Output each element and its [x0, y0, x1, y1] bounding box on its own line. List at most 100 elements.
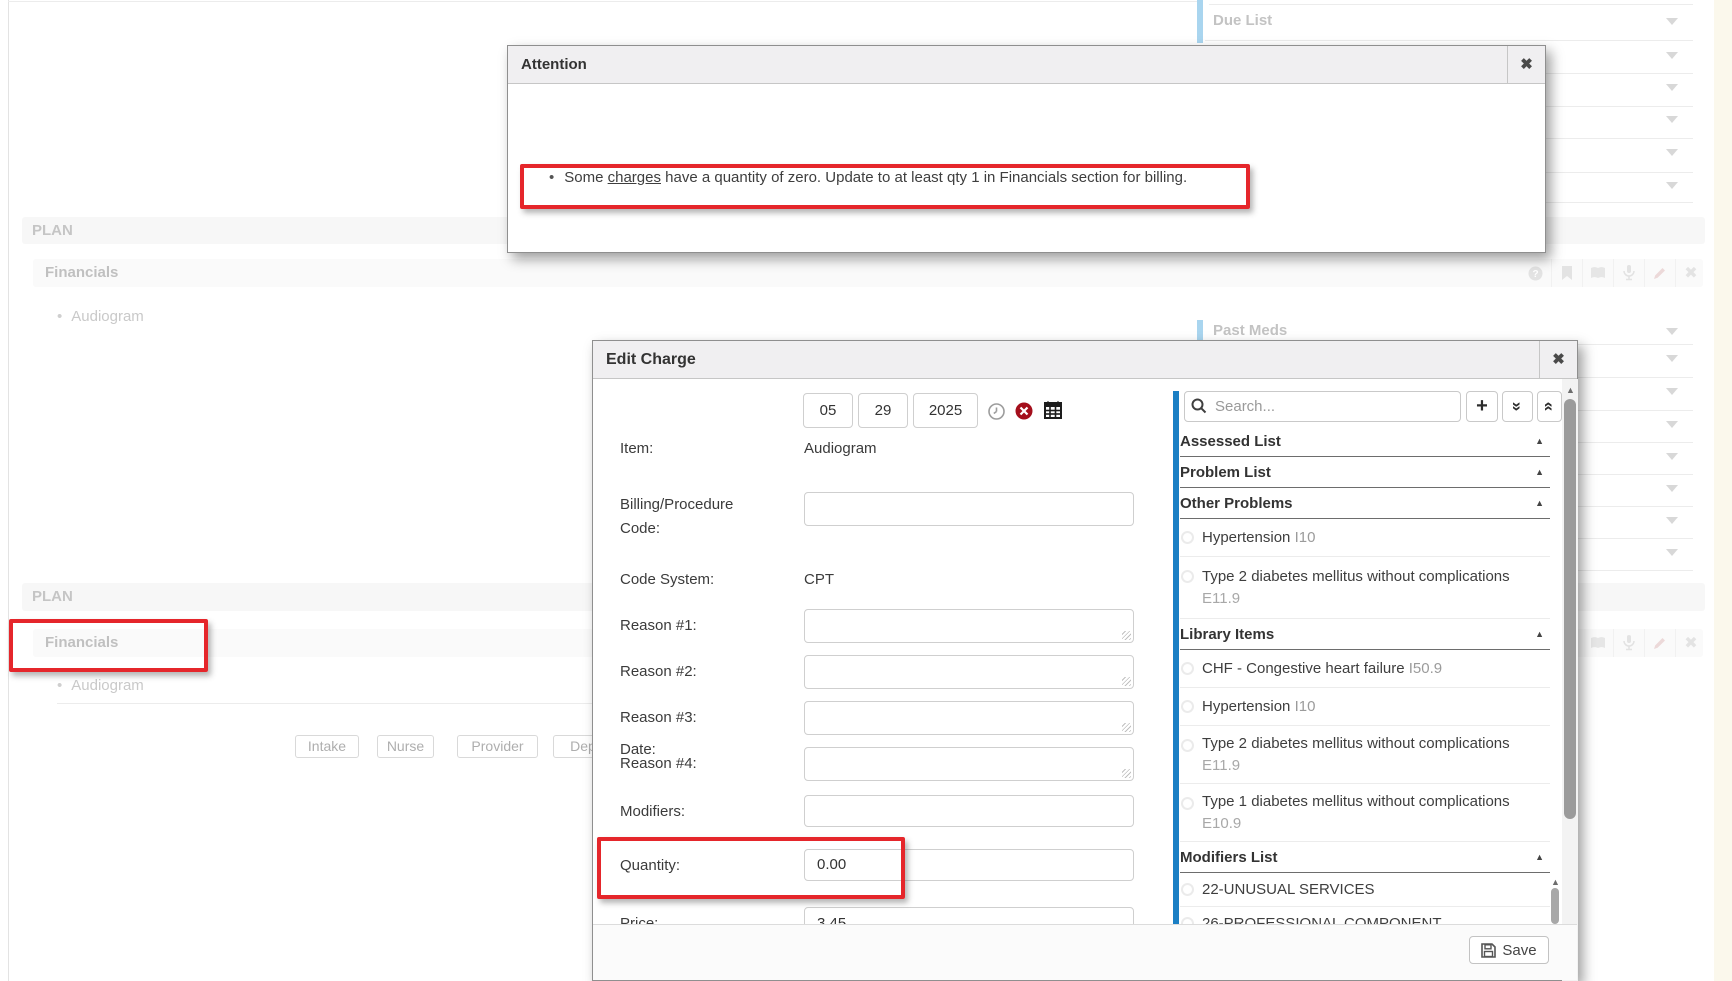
due-list-accent-bar	[1197, 0, 1203, 43]
collapse-all-button[interactable]: »	[1502, 391, 1533, 422]
search-input[interactable]	[1184, 391, 1461, 422]
chevron-down-icon[interactable]	[1666, 549, 1678, 556]
chevron-down-icon[interactable]	[1666, 116, 1678, 123]
section-header-problem-list[interactable]: Problem List ▲	[1180, 457, 1550, 488]
chevron-down-icon[interactable]	[1666, 182, 1678, 189]
chevron-down-icon[interactable]	[1666, 421, 1678, 428]
reason3-label: Reason #3:	[620, 709, 697, 726]
charges-link[interactable]: charges	[608, 169, 661, 186]
expand-all-button[interactable]: «	[1537, 391, 1562, 422]
scrollbar-thumb[interactable]	[1564, 399, 1576, 819]
chevron-down-icon[interactable]	[1666, 84, 1678, 91]
chevron-down-icon[interactable]	[1666, 388, 1678, 395]
help-icon[interactable]: ?	[1520, 259, 1551, 287]
radio-icon[interactable]	[1181, 662, 1194, 675]
modifiers-field[interactable]	[804, 795, 1134, 827]
list-item[interactable]: 22-UNUSUAL SERVICES	[1180, 873, 1550, 907]
chevron-down-icon[interactable]	[1666, 453, 1678, 460]
item-text: Type 1 diabetes mellitus without complic…	[1202, 793, 1510, 810]
list-item[interactable]: CHF - Congestive heart failure I50.9	[1180, 650, 1550, 688]
close-icon[interactable]: ✖	[1539, 341, 1577, 378]
book-icon[interactable]	[1582, 259, 1613, 287]
list-scrollbar[interactable]: ▲	[1550, 877, 1560, 926]
list-item[interactable]: Type 2 diabetes mellitus without complic…	[1180, 726, 1550, 784]
chevron-up-icon[interactable]: ▲	[1535, 467, 1544, 477]
date-year-field[interactable]: 2025	[913, 393, 978, 428]
reason2-label: Reason #2:	[620, 663, 697, 680]
bullet-icon: •	[57, 308, 62, 325]
clear-date-icon[interactable]	[1015, 402, 1033, 425]
date-month-field[interactable]: 05	[803, 393, 853, 428]
scrollbar-thumb[interactable]	[1551, 888, 1559, 924]
chevron-down-icon[interactable]	[1666, 52, 1678, 59]
save-button[interactable]: Save	[1469, 936, 1549, 964]
close-icon[interactable]: ✖	[1507, 46, 1545, 83]
resize-handle[interactable]	[1122, 769, 1131, 778]
close-icon[interactable]: ✖	[1675, 629, 1706, 657]
stage-button-provider[interactable]: Provider	[457, 735, 538, 758]
section-title: Problem List	[1180, 464, 1271, 481]
radio-icon[interactable]	[1181, 570, 1194, 583]
section-header-library-items[interactable]: Library Items▲	[1180, 619, 1550, 650]
billing-code-field[interactable]	[804, 492, 1134, 526]
resize-handle[interactable]	[1122, 631, 1131, 640]
bookmark-icon[interactable]	[1551, 259, 1582, 287]
dialog-scrollbar[interactable]: ▲ ▼	[1562, 379, 1578, 981]
search-icon	[1191, 398, 1207, 419]
radio-icon[interactable]	[1181, 700, 1194, 713]
reason2-field[interactable]	[804, 655, 1134, 689]
chevron-down-icon[interactable]	[1666, 328, 1678, 335]
chevron-up-icon[interactable]: ▲	[1535, 436, 1544, 446]
reason1-field[interactable]	[804, 609, 1134, 643]
list-item[interactable]: Type 2 diabetes mellitus without complic…	[1180, 557, 1550, 619]
section-header-modifiers-list[interactable]: Modifiers List▲	[1180, 842, 1550, 873]
calendar-icon[interactable]	[1044, 401, 1062, 424]
chevron-down-icon[interactable]	[1666, 18, 1678, 25]
stage-button-intake[interactable]: Intake	[295, 735, 359, 758]
radio-icon[interactable]	[1181, 883, 1194, 896]
microphone-icon[interactable]	[1613, 259, 1644, 287]
panel-top-border	[8, 1, 1197, 2]
pencil-icon[interactable]	[1644, 259, 1675, 287]
resize-handle[interactable]	[1122, 677, 1131, 686]
scroll-up-icon[interactable]: ▲	[1566, 385, 1575, 395]
chevron-up-icon[interactable]: ▲	[1535, 498, 1544, 508]
financials-toolbar: ✖	[1582, 629, 1706, 657]
add-button[interactable]: +	[1466, 391, 1498, 422]
due-list-header[interactable]: Due List	[1213, 12, 1272, 29]
chevron-up-icon[interactable]: ▲	[1535, 629, 1544, 639]
radio-icon[interactable]	[1181, 739, 1194, 752]
clock-icon[interactable]	[988, 403, 1005, 425]
date-day-field[interactable]: 29	[858, 393, 908, 428]
svg-text:?: ?	[1532, 269, 1538, 280]
reason3-field[interactable]	[804, 701, 1134, 735]
reason1-label: Reason #1:	[620, 617, 697, 634]
scroll-up-icon[interactable]: ▲	[1551, 877, 1560, 887]
radio-icon[interactable]	[1181, 531, 1194, 544]
section-header-other-problems[interactable]: Other Problems ▲	[1180, 488, 1550, 519]
chevron-down-icon[interactable]	[1666, 517, 1678, 524]
double-chevron-down-icon: »	[1509, 402, 1526, 411]
reason4-field[interactable]	[804, 747, 1134, 781]
dialog-title: Attention	[521, 46, 587, 83]
resize-handle[interactable]	[1122, 723, 1131, 732]
list-item[interactable]: Hypertension I10	[1180, 519, 1550, 557]
microphone-icon[interactable]	[1613, 629, 1644, 657]
message-text: have a quantity of zero. Update to at le…	[661, 169, 1187, 186]
code-system-label: Code System:	[620, 571, 714, 588]
section-header-assessed-list[interactable]: Assessed List▲	[1180, 426, 1550, 457]
past-meds-header[interactable]: Past Meds	[1213, 322, 1287, 339]
chevron-down-icon[interactable]	[1666, 149, 1678, 156]
radio-icon[interactable]	[1181, 797, 1194, 810]
stage-button-nurse[interactable]: Nurse	[377, 735, 434, 758]
chevron-up-icon[interactable]: ▲	[1535, 852, 1544, 862]
chevron-down-icon[interactable]	[1666, 485, 1678, 492]
list-item[interactable]: Hypertension I10	[1180, 688, 1550, 726]
quantity-field[interactable]: 0.00	[804, 849, 1134, 881]
chevron-down-icon[interactable]	[1666, 355, 1678, 362]
pencil-icon[interactable]	[1644, 629, 1675, 657]
close-icon[interactable]: ✖	[1675, 259, 1706, 287]
book-icon[interactable]	[1582, 629, 1613, 657]
section-title: Other Problems	[1180, 495, 1293, 512]
list-item[interactable]: Type 1 diabetes mellitus without complic…	[1180, 784, 1550, 842]
